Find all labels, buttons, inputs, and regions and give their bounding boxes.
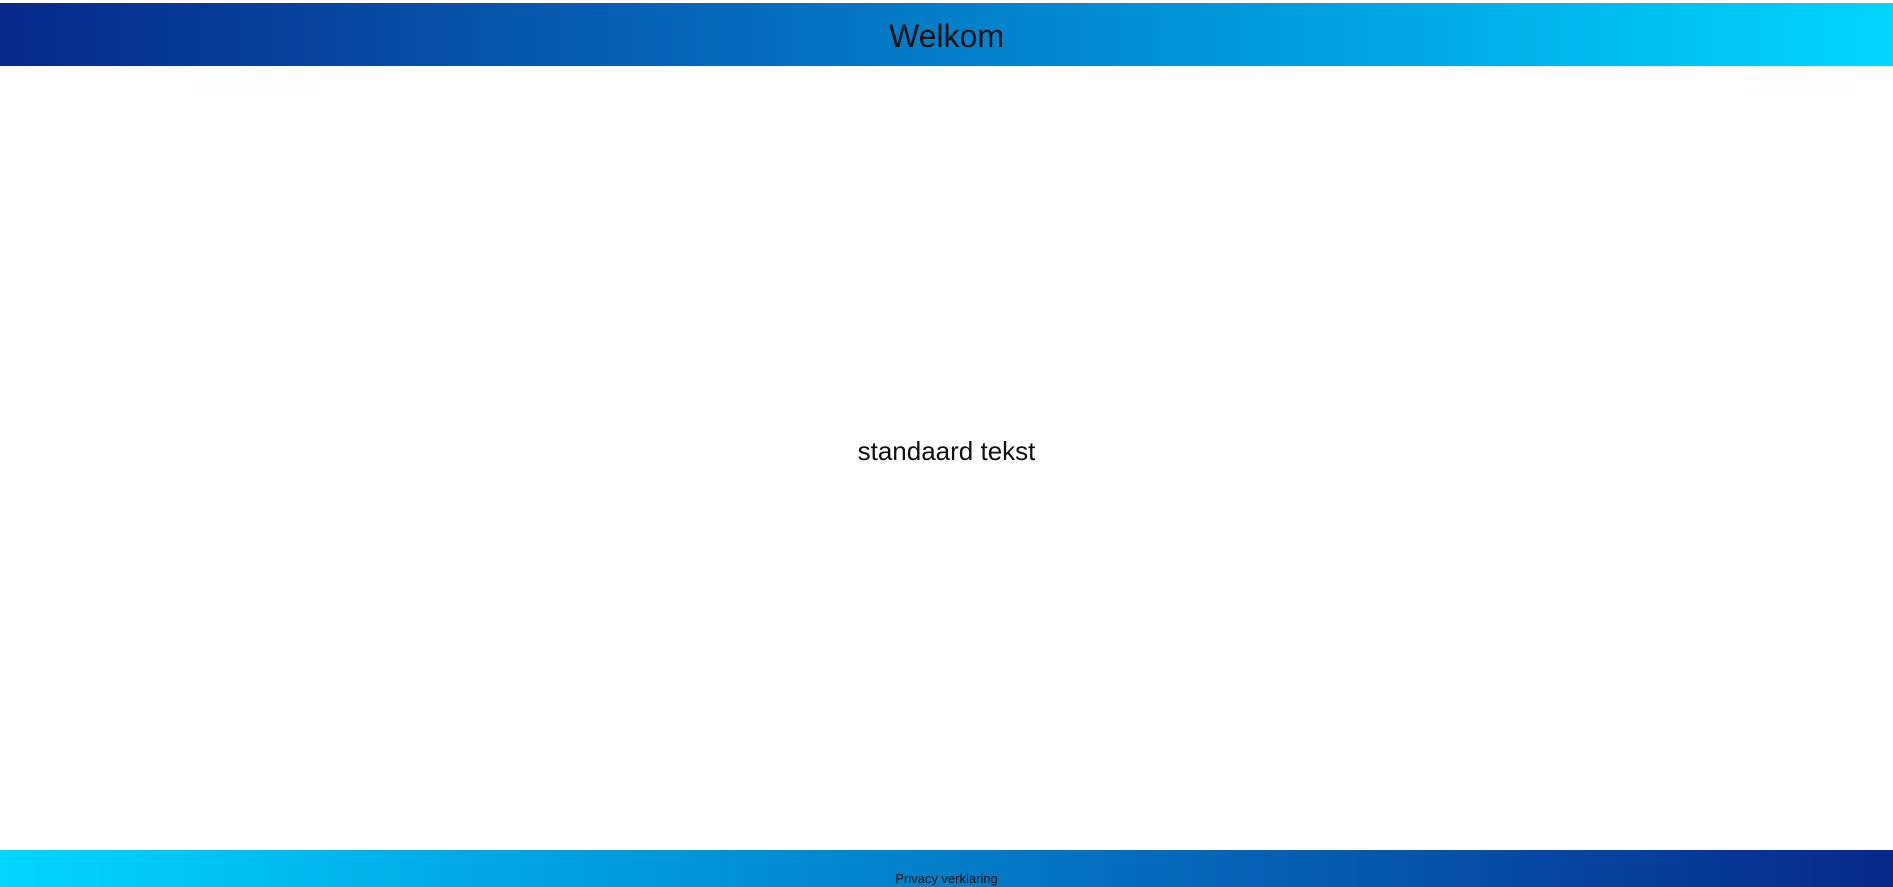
main-text: standaard tekst: [857, 436, 1036, 466]
footer-bar: Privacy verklaring: [0, 850, 1893, 887]
page-title: Welkom: [889, 17, 1004, 54]
header-bar: Welkom: [0, 3, 1893, 66]
page: Welkom standaard tekst Privacy verklarin…: [0, 0, 1893, 887]
main-content: standaard tekst: [0, 66, 1893, 850]
privacy-link[interactable]: Privacy verklaring: [895, 872, 998, 885]
